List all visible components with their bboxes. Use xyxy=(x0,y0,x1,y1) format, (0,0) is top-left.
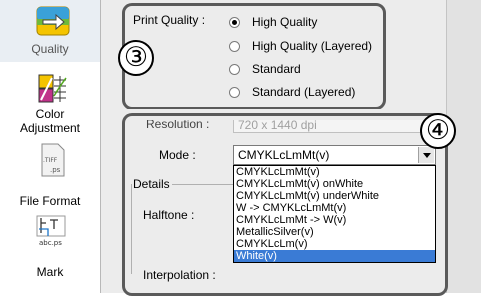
radio-standard-layered[interactable]: Standard (Layered) xyxy=(229,83,355,101)
svg-text:.TIFF: .TIFF xyxy=(43,157,58,164)
radio-label: High Quality xyxy=(252,15,318,29)
radio-label: Standard xyxy=(252,62,301,76)
sidebar-item-color-adjustment[interactable]: Color Adjustment xyxy=(0,72,100,142)
radio-label: Standard (Layered) xyxy=(252,85,356,99)
callout-3: ③ xyxy=(118,40,154,76)
mark-icon: abc.ps xyxy=(36,215,66,247)
sidebar-item-mark[interactable]: abc.ps Mark xyxy=(0,212,100,282)
details-label: Details xyxy=(133,177,172,191)
sidebar-item-file-format[interactable]: .TIFF .ps File Format xyxy=(0,142,100,212)
mode-dropdown[interactable]: CMYKLcLmMt(v) xyxy=(233,145,436,165)
mode-option[interactable]: MetallicSilver(v) xyxy=(234,226,435,238)
radio-button[interactable] xyxy=(229,40,240,52)
mode-option[interactable]: CMYKLcLmMt(v) onWhite xyxy=(234,178,435,190)
mode-label: Mode : xyxy=(159,148,196,162)
radio-button[interactable] xyxy=(229,86,240,98)
mode-option[interactable]: CMYKLcLmMt -> W(v) xyxy=(234,214,435,226)
mode-option[interactable]: CMYKLcLm(v) xyxy=(234,238,435,250)
resolution-mask xyxy=(126,109,446,120)
mode-option[interactable]: CMYKLcLmMt(v) underWhite xyxy=(234,190,435,202)
color-adjustment-icon xyxy=(38,74,67,103)
mode-option[interactable]: W -> CMYKLcLmMt(v) xyxy=(234,202,435,214)
sidebar: Quality Color Adjustment .TIFF .ps File … xyxy=(0,0,101,293)
radio-standard[interactable]: Standard xyxy=(229,60,301,78)
radio-button[interactable] xyxy=(229,16,240,28)
interpolation-label: Interpolation : xyxy=(143,268,216,282)
chevron-down-icon[interactable] xyxy=(418,147,434,163)
mode-option[interactable]: CMYKLcLmMt(v) xyxy=(234,166,435,178)
radio-high-quality-layered[interactable]: High Quality (Layered) xyxy=(229,37,372,55)
file-format-icon: .TIFF .ps xyxy=(41,143,65,177)
radio-high-quality[interactable]: High Quality xyxy=(229,13,317,31)
quality-icon xyxy=(36,6,70,36)
right-frame xyxy=(446,0,481,293)
mode-value: CMYKLcLmMt(v) xyxy=(238,148,330,162)
callout-4: ④ xyxy=(420,113,456,149)
print-quality-label: Print Quality : xyxy=(133,13,206,27)
radio-button[interactable] xyxy=(229,63,240,75)
details-group-line-left xyxy=(131,184,132,274)
sidebar-item-label: Mark xyxy=(36,265,64,279)
sidebar-item-label: Color Adjustment xyxy=(19,107,81,135)
sidebar-item-label: Quality xyxy=(31,42,69,56)
svg-text:abc.ps: abc.ps xyxy=(39,239,62,247)
mode-option-selected[interactable]: White(v) xyxy=(234,250,435,262)
sidebar-item-label: File Format xyxy=(19,194,81,208)
halftone-label: Halftone : xyxy=(143,208,195,222)
mode-options-list[interactable]: CMYKLcLmMt(v) CMYKLcLmMt(v) onWhite CMYK… xyxy=(233,165,436,263)
radio-label: High Quality (Layered) xyxy=(252,39,373,53)
details-group-line xyxy=(172,184,233,185)
svg-text:.ps: .ps xyxy=(50,166,61,174)
sidebar-item-quality[interactable]: Quality xyxy=(0,0,101,62)
